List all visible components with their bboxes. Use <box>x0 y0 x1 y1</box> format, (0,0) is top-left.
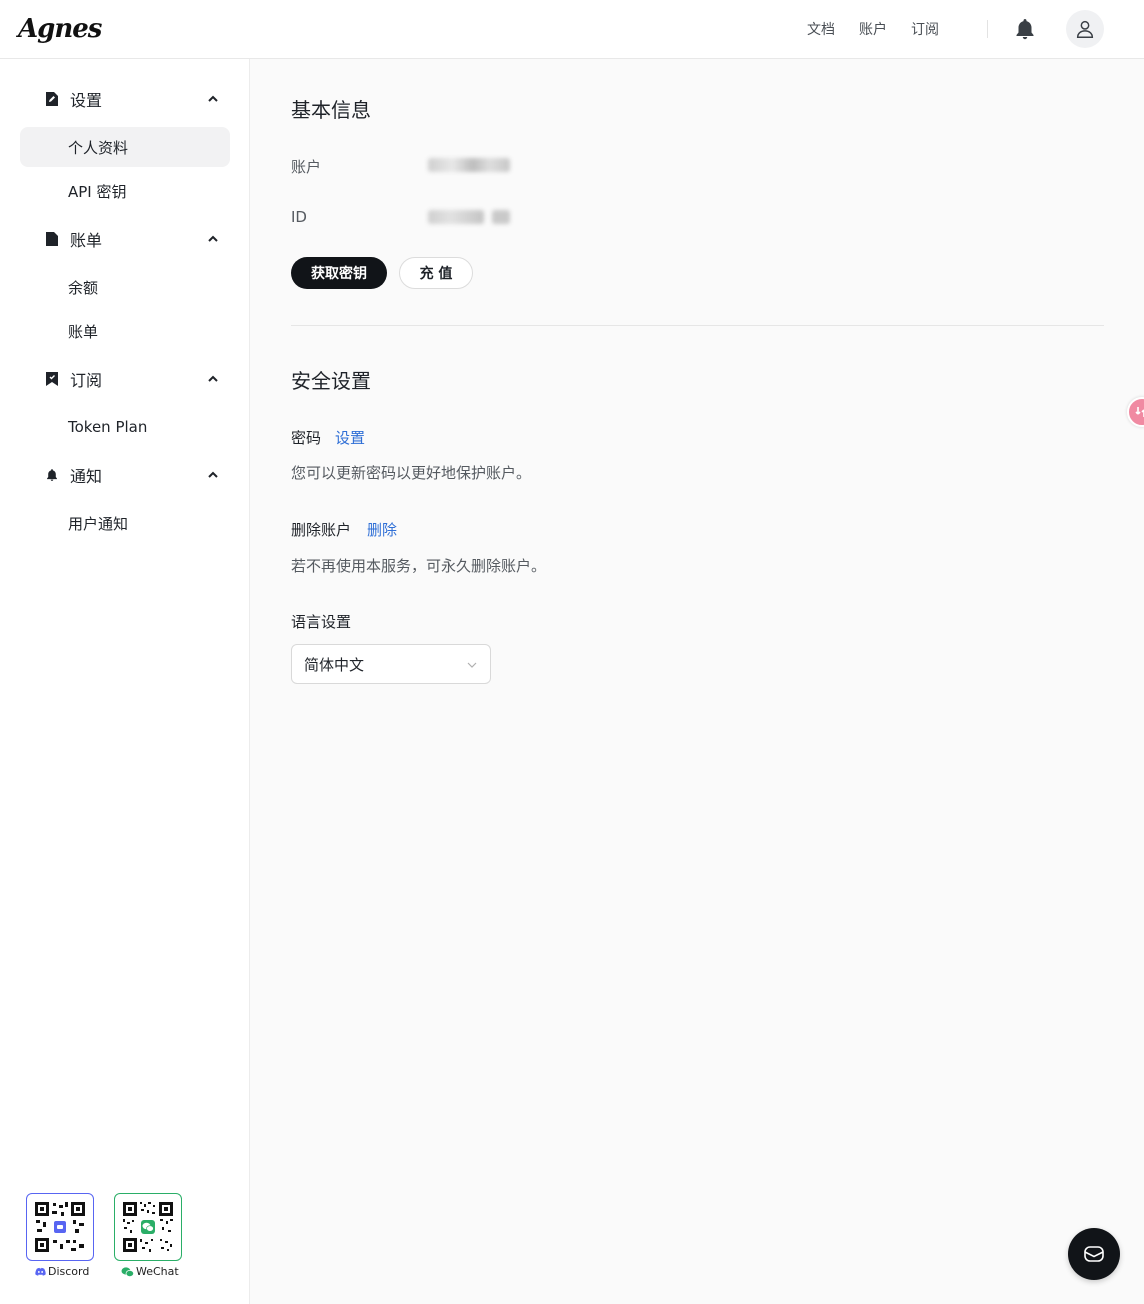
language-select-value: 简体中文 <box>304 655 365 674</box>
mail-icon <box>1084 1246 1104 1262</box>
chevron-up-icon[interactable] <box>207 373 219 385</box>
agnes-logo[interactable]: Agnes <box>18 8 102 50</box>
sidebar-group-subscription[interactable]: 订阅 <box>44 367 219 391</box>
wechat-qr-code[interactable] <box>114 1193 182 1261</box>
file-icon <box>44 231 60 247</box>
sidebar-group-label: 设置 <box>70 91 103 110</box>
sidebar-item-token-plan[interactable]: Token Plan <box>20 407 230 447</box>
security-title: 安全设置 <box>291 369 371 393</box>
bookmark-icon <box>44 371 60 387</box>
sidebar-group-label: 订阅 <box>70 371 103 390</box>
main-content: 基本信息 账户 ID 获取密钥 充 值 安全设置 密码 设置 您可以更新密码以更… <box>251 59 1144 1304</box>
password-description: 您可以更新密码以更好地保护账户。 <box>291 464 532 482</box>
wechat-label: WeChat <box>136 1265 179 1278</box>
top-header: Agnes 文档 账户 订阅 <box>0 0 1144 59</box>
delete-account-label: 删除账户 <box>291 521 352 539</box>
sidebar-group-label: 通知 <box>70 467 103 486</box>
id-label: ID <box>291 208 307 226</box>
nav-divider <box>987 20 988 38</box>
discord-qr-code[interactable] <box>26 1193 94 1261</box>
basic-info-title: 基本信息 <box>291 98 371 122</box>
chevron-up-icon[interactable] <box>207 469 219 481</box>
account-label: 账户 <box>291 158 322 176</box>
discord-icon <box>35 1267 46 1276</box>
chevron-up-icon[interactable] <box>207 93 219 105</box>
get-key-button[interactable]: 获取密钥 <box>291 257 387 289</box>
sidebar-item-profile[interactable]: 个人资料 <box>20 127 230 167</box>
bell-icon[interactable] <box>1012 16 1038 42</box>
id-value-redacted-part <box>492 210 510 224</box>
chevron-up-icon[interactable] <box>207 233 219 245</box>
language-label: 语言设置 <box>291 613 352 631</box>
sidebar-item-user-notifications[interactable]: 用户通知 <box>20 503 230 543</box>
bell-icon <box>44 467 60 483</box>
nav-account[interactable]: 账户 <box>859 19 887 39</box>
user-avatar-icon[interactable] <box>1066 10 1104 48</box>
language-select[interactable]: 简体中文 <box>291 644 491 684</box>
delete-account-description: 若不再使用本服务，可永久删除账户。 <box>291 557 547 575</box>
sidebar-item-bills[interactable]: 账单 <box>20 311 230 351</box>
password-set-link[interactable]: 设置 <box>335 427 365 448</box>
nav-subscription[interactable]: 订阅 <box>911 19 939 39</box>
logo-text: Agnes <box>18 14 102 44</box>
sidebar-item-balance[interactable]: 余额 <box>20 267 230 307</box>
section-divider <box>291 325 1104 326</box>
top-nav: 文档 账户 订阅 <box>807 0 1144 58</box>
qr-image <box>33 1200 87 1254</box>
delete-account-link[interactable]: 删除 <box>367 519 397 540</box>
document-icon <box>44 91 60 107</box>
sidebar: 设置 个人资料 API 密钥 账单 余额 账单 订阅 Token Plan 通知 <box>0 59 250 1304</box>
wechat-icon <box>121 1266 134 1277</box>
discord-label: Discord <box>48 1265 90 1278</box>
id-value-redacted <box>428 210 484 224</box>
password-label: 密码 <box>291 429 322 447</box>
recharge-button[interactable]: 充 值 <box>399 257 473 289</box>
support-chat-button[interactable] <box>1068 1228 1120 1280</box>
sidebar-group-label: 账单 <box>70 231 103 250</box>
sidebar-group-billing[interactable]: 账单 <box>44 227 219 251</box>
nav-docs[interactable]: 文档 <box>807 19 835 39</box>
sidebar-group-notifications[interactable]: 通知 <box>44 463 219 487</box>
sidebar-item-api-keys[interactable]: API 密钥 <box>20 171 230 211</box>
chevron-down-icon <box>467 662 477 668</box>
wechat-caption: WeChat <box>121 1265 179 1278</box>
discord-caption: Discord <box>35 1265 89 1278</box>
account-value-redacted <box>428 158 510 172</box>
qr-image <box>121 1200 175 1254</box>
sidebar-group-settings[interactable]: 设置 <box>44 87 219 111</box>
